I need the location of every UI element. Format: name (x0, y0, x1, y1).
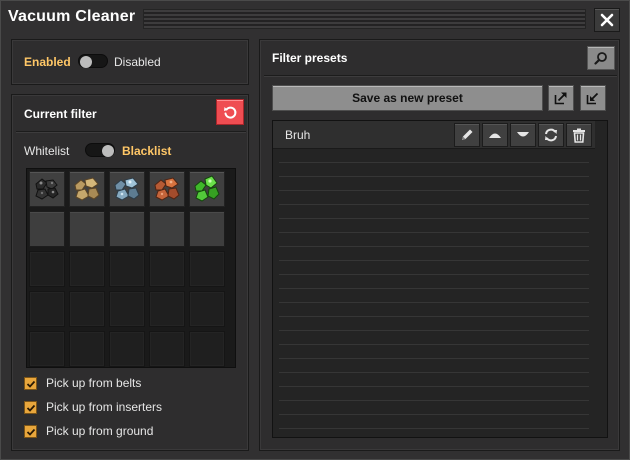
refresh-icon (545, 128, 557, 142)
filter-slot-disabled (149, 331, 185, 367)
filter-presets-title: Filter presets (272, 51, 348, 65)
blacklist-label[interactable]: Blacklist (122, 144, 171, 158)
rename-preset-button[interactable] (454, 123, 480, 147)
pickup-ground-checkbox[interactable] (24, 425, 37, 438)
filter-presets-panel: Filter presets Save as new preset Bruh (259, 39, 620, 451)
whitelist-label[interactable]: Whitelist (24, 144, 69, 158)
iron-ore-icon (114, 177, 140, 201)
filter-slot-disabled (29, 291, 65, 327)
checkmark-icon (26, 404, 35, 412)
delete-preset-button[interactable] (566, 123, 592, 147)
export-icon (554, 92, 567, 105)
move-up-button[interactable] (482, 123, 508, 147)
filter-slot-disabled (29, 251, 65, 287)
filter-slot[interactable] (29, 211, 65, 247)
filter-slot-disabled (109, 251, 145, 287)
checkmark-icon (26, 380, 35, 388)
pickup-ground-label: Pick up from ground (46, 424, 154, 438)
move-down-icon (517, 132, 529, 137)
coal-icon (35, 178, 59, 200)
move-down-button[interactable] (510, 123, 536, 147)
close-icon (600, 13, 614, 27)
reset-filter-button[interactable] (216, 99, 244, 125)
filter-slot-copper-ore[interactable] (149, 171, 185, 207)
filter-mode-switch[interactable] (85, 143, 115, 157)
save-as-new-preset-button[interactable]: Save as new preset (272, 85, 543, 111)
filter-slot[interactable] (109, 211, 145, 247)
filter-slot-disabled (109, 291, 145, 327)
filter-slot-disabled (69, 291, 105, 327)
filter-slot-disabled (109, 331, 145, 367)
move-up-icon (489, 133, 501, 138)
list-background (279, 121, 589, 437)
enabled-panel: Enabled Disabled (11, 39, 249, 85)
checkmark-icon (26, 428, 35, 436)
disabled-label[interactable]: Disabled (114, 55, 161, 69)
enabled-label[interactable]: Enabled (24, 55, 71, 69)
filter-slot-disabled (189, 331, 225, 367)
filter-slot-disabled (69, 251, 105, 287)
divider (264, 75, 617, 76)
preset-row[interactable]: Bruh (273, 121, 595, 149)
filter-slot-disabled (69, 331, 105, 367)
stone-icon (74, 177, 100, 201)
filter-slot-iron-ore[interactable] (109, 171, 145, 207)
filter-slot-grid (26, 168, 236, 368)
search-icon (594, 52, 607, 65)
reset-icon (224, 106, 237, 119)
close-button[interactable] (594, 8, 620, 32)
filter-slot-disabled (149, 291, 185, 327)
titlebar: Vacuum Cleaner (1, 1, 629, 37)
filter-slot-disabled (29, 331, 65, 367)
pickup-belts-label: Pick up from belts (46, 376, 142, 390)
trash-icon (573, 128, 585, 143)
pickup-inserters-checkbox[interactable] (24, 401, 37, 414)
pickup-inserters-label: Pick up from inserters (46, 400, 163, 414)
copper-ore-icon (154, 177, 180, 201)
import-icon (586, 92, 599, 105)
current-filter-title: Current filter (24, 107, 97, 121)
filter-slot[interactable] (149, 211, 185, 247)
import-button[interactable] (580, 85, 606, 111)
search-button[interactable] (587, 46, 615, 70)
uranium-ore-icon (194, 175, 220, 202)
filter-slot[interactable] (189, 211, 225, 247)
filter-slot-stone[interactable] (69, 171, 105, 207)
preset-name: Bruh (285, 128, 311, 142)
enabled-switch[interactable] (78, 54, 108, 68)
export-button[interactable] (548, 85, 574, 111)
pencil-icon (462, 129, 473, 140)
filter-slot[interactable] (69, 211, 105, 247)
filter-slot-disabled (189, 251, 225, 287)
filter-slot-uranium-ore[interactable] (189, 171, 225, 207)
divider (16, 131, 246, 132)
vacuum-cleaner-window: Vacuum Cleaner Enabled Disabled Current … (0, 0, 630, 460)
filter-slot-coal[interactable] (29, 171, 65, 207)
overwrite-preset-button[interactable] (538, 123, 564, 147)
preset-list: Bruh (272, 120, 608, 438)
filter-slot-disabled (149, 251, 185, 287)
window-title: Vacuum Cleaner (8, 8, 136, 25)
filter-slot-disabled (189, 291, 225, 327)
current-filter-panel: Current filter Whitelist Blacklist Pick … (11, 94, 249, 451)
pickup-belts-checkbox[interactable] (24, 377, 37, 390)
drag-handle[interactable] (143, 9, 586, 29)
